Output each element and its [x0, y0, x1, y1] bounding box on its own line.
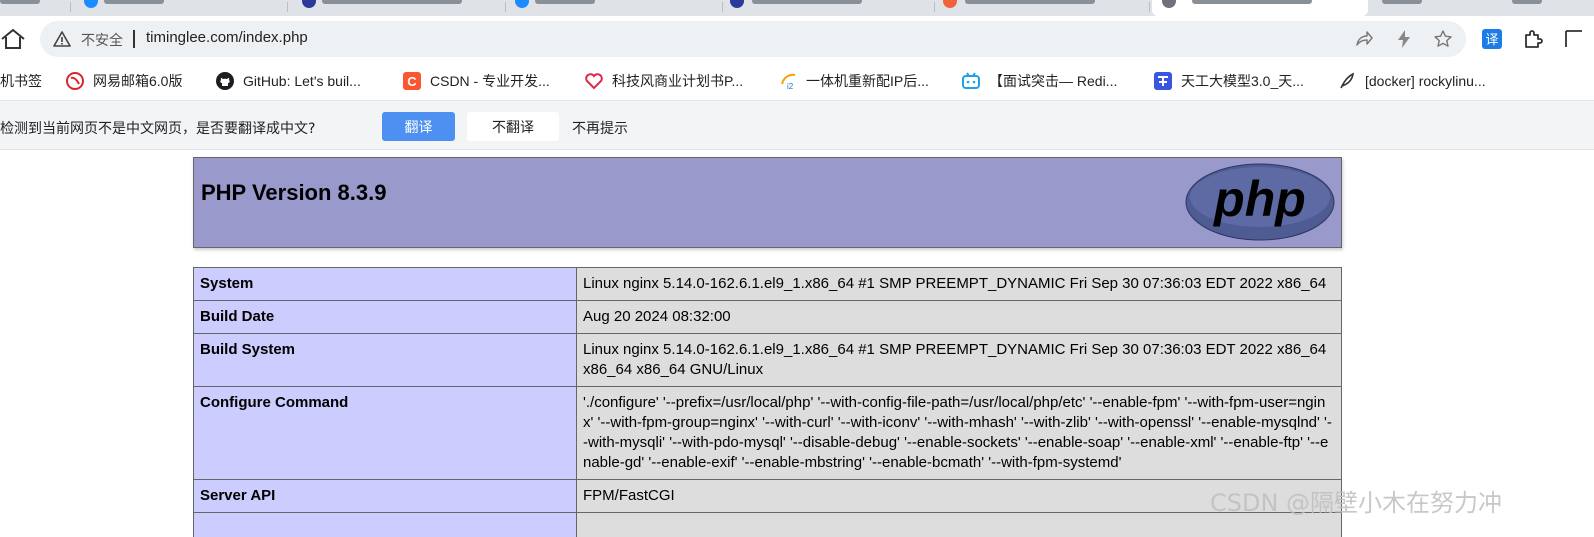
csdn-icon: C	[403, 72, 421, 90]
browser-tab-active[interactable]	[1152, 0, 1368, 16]
bookmark-label: 科技风商业计划书P...	[612, 73, 744, 89]
bookmark-label: [docker] rockylinu...	[1365, 73, 1486, 89]
row-key: Build Date	[193, 300, 577, 334]
browser-tab[interactable]	[507, 0, 723, 16]
browser-tab[interactable]	[937, 0, 1150, 16]
browser-toolbar: 不安全 timinglee.com/index.php 译	[0, 16, 1594, 62]
bookmark-item[interactable]: i2 一体机重新配IP后...	[779, 70, 929, 92]
lightning-icon[interactable]	[1394, 29, 1414, 49]
php-version-header: PHP Version 8.3.9 php	[193, 157, 1342, 248]
bookmark-label: 一体机重新配IP后...	[806, 73, 929, 89]
tab-strip	[0, 0, 1594, 16]
bookmark-label: CSDN - 专业开发...	[430, 73, 550, 89]
bookmark-label: 【面试突击— Redi...	[989, 73, 1118, 89]
table-row	[193, 512, 1342, 537]
svg-text:译: 译	[1485, 33, 1498, 48]
row-value: Linux nginx 5.14.0-162.6.1.el9_1.x86_64 …	[576, 333, 1342, 387]
table-row: Build Date Aug 20 2024 08:32:00	[193, 300, 1342, 334]
bookmark-label: 天工大模型3.0_天...	[1181, 73, 1304, 89]
star-bookmark-icon[interactable]	[1433, 29, 1453, 49]
csdn-watermark: CSDN @隔壁小木在努力冲	[1210, 489, 1503, 517]
row-key	[193, 512, 577, 537]
feather-icon	[1340, 72, 1355, 89]
bookmark-folder[interactable]: 机书签	[0, 70, 42, 92]
table-row: Build System Linux nginx 5.14.0-162.6.1.…	[193, 333, 1342, 387]
row-value: Linux nginx 5.14.0-162.6.1.el9_1.x86_64 …	[576, 267, 1342, 301]
bookmark-item[interactable]: 科技风商业计划书P...	[585, 70, 743, 92]
browser-tab[interactable]	[724, 0, 935, 16]
browser-tab[interactable]	[72, 0, 288, 16]
tiangong-icon	[1154, 72, 1172, 90]
translate-extension-icon[interactable]: 译	[1481, 28, 1503, 50]
table-row: System Linux nginx 5.14.0-162.6.1.el9_1.…	[193, 267, 1342, 301]
translate-button[interactable]: 翻译	[382, 112, 455, 141]
side-panel-icon[interactable]	[1562, 28, 1584, 50]
bookmark-item[interactable]: C CSDN - 专业开发...	[403, 70, 550, 92]
netease-mail-icon	[66, 72, 84, 90]
github-icon	[216, 72, 234, 90]
browser-tab[interactable]	[290, 0, 506, 16]
bookmark-item[interactable]: [docker] rockylinu...	[1338, 70, 1486, 92]
row-key: Build System	[193, 333, 577, 387]
never-prompt-link[interactable]: 不再提示	[572, 118, 628, 138]
row-value: './configure' '--prefix=/usr/local/php' …	[576, 386, 1342, 480]
bookmark-item[interactable]: 天工大模型3.0_天...	[1154, 70, 1304, 92]
warning-triangle-icon[interactable]	[53, 30, 71, 48]
extensions-puzzle-icon[interactable]	[1522, 28, 1544, 50]
table-row: Server API FPM/FastCGI	[193, 479, 1342, 513]
bookmark-label: 网易邮箱6.0版	[93, 73, 183, 89]
bilibili-icon	[962, 72, 980, 89]
i2-icon: i2	[781, 73, 796, 90]
bookmark-item[interactable]: 网易邮箱6.0版	[66, 70, 182, 92]
not-secure-label[interactable]: 不安全	[81, 30, 123, 50]
bookmark-item[interactable]: GitHub: Let's buil...	[216, 70, 361, 92]
php-logo-icon[interactable]: php	[1185, 163, 1335, 241]
translate-message: 检测到当前网页不是中文网页，是否要翻译成中文?	[0, 121, 316, 137]
row-value: Aug 20 2024 08:32:00	[576, 300, 1342, 334]
phpinfo-page: PHP Version 8.3.9 php System Linux nginx…	[193, 157, 1342, 537]
svg-text:i2: i2	[787, 82, 794, 90]
bookmark-label: 机书签	[0, 73, 42, 89]
address-bar[interactable]: 不安全 timinglee.com/index.php	[40, 21, 1466, 57]
svg-text:C: C	[407, 74, 417, 89]
row-key: Configure Command	[193, 386, 577, 480]
omnibox-separator	[133, 30, 135, 48]
bookmarks-bar: 机书签 网易邮箱6.0版 GitHub: Let's buil... C CSD…	[0, 62, 1594, 100]
bookmark-label: GitHub: Let's buil...	[243, 73, 361, 89]
share-icon[interactable]	[1354, 29, 1374, 49]
heart-icon	[585, 73, 603, 90]
home-icon[interactable]	[0, 26, 26, 52]
no-translate-button[interactable]: 不翻译	[467, 112, 559, 141]
table-row: Configure Command './configure' '--prefi…	[193, 386, 1342, 480]
phpinfo-table: System Linux nginx 5.14.0-162.6.1.el9_1.…	[193, 267, 1342, 537]
row-key: Server API	[193, 479, 577, 513]
browser-tab[interactable]	[1372, 0, 1594, 16]
translate-infobar: 检测到当前网页不是中文网页，是否要翻译成中文? 翻译 不翻译 不再提示	[0, 100, 1594, 150]
php-version-title: PHP Version 8.3.9	[201, 180, 387, 205]
bookmark-item[interactable]: 【面试突击— Redi...	[962, 70, 1117, 92]
row-key: System	[193, 267, 577, 301]
browser-tab[interactable]	[0, 0, 71, 16]
url-text[interactable]: timinglee.com/index.php	[146, 29, 308, 46]
php-logo-text: php	[1212, 171, 1306, 227]
